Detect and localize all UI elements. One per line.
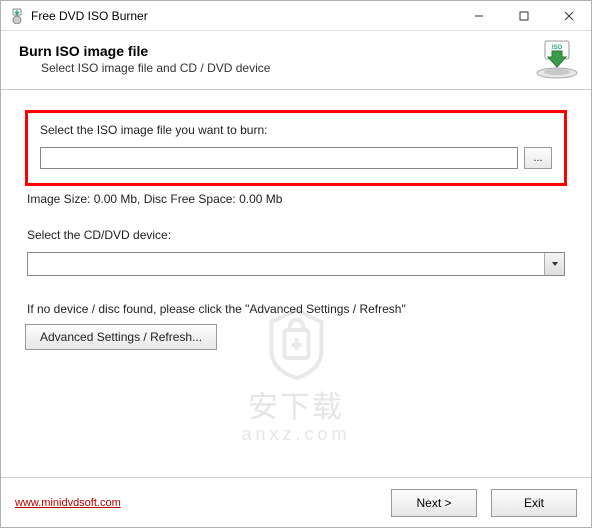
vendor-link[interactable]: www.minidvdsoft.com xyxy=(15,497,121,509)
page-title: Burn ISO image file xyxy=(19,43,527,59)
device-combobox[interactable] xyxy=(27,252,565,276)
exit-button[interactable]: Exit xyxy=(491,489,577,517)
wizard-header: Burn ISO image file Select ISO image fil… xyxy=(1,31,591,90)
iso-burn-icon: ISO xyxy=(535,39,579,79)
iso-path-input[interactable] xyxy=(40,147,518,169)
app-icon xyxy=(9,8,25,24)
titlebar-left: Free DVD ISO Burner xyxy=(1,8,148,24)
wizard-footer: www.minidvdsoft.com Next > Exit xyxy=(1,477,591,527)
maximize-button[interactable] xyxy=(501,1,546,30)
advanced-settings-button[interactable]: Advanced Settings / Refresh... xyxy=(25,324,217,350)
browse-button[interactable]: ... xyxy=(524,147,552,169)
minimize-button[interactable] xyxy=(456,1,501,30)
chevron-down-icon[interactable] xyxy=(544,253,564,275)
device-selected-value xyxy=(28,253,544,275)
device-select-group: Select the CD/DVD device: xyxy=(25,228,567,276)
wizard-body: Select the ISO image file you want to bu… xyxy=(1,90,591,477)
svg-text:ISO: ISO xyxy=(552,45,563,51)
iso-select-label: Select the ISO image file you want to bu… xyxy=(40,123,552,137)
next-button[interactable]: Next > xyxy=(391,489,477,517)
watermark: 安下载 anxz.com xyxy=(241,300,350,445)
window-controls xyxy=(456,1,591,30)
no-device-hint: If no device / disc found, please click … xyxy=(25,302,567,316)
close-button[interactable] xyxy=(546,1,591,30)
iso-select-group: Select the ISO image file you want to bu… xyxy=(25,110,567,186)
image-size-info: Image Size: 0.00 Mb, Disc Free Space: 0.… xyxy=(27,192,565,206)
titlebar: Free DVD ISO Burner xyxy=(1,1,591,31)
app-window: Free DVD ISO Burner Burn ISO image file … xyxy=(0,0,592,528)
page-subtitle: Select ISO image file and CD / DVD devic… xyxy=(41,61,527,75)
app-title: Free DVD ISO Burner xyxy=(31,9,148,23)
device-select-label: Select the CD/DVD device: xyxy=(27,228,565,242)
